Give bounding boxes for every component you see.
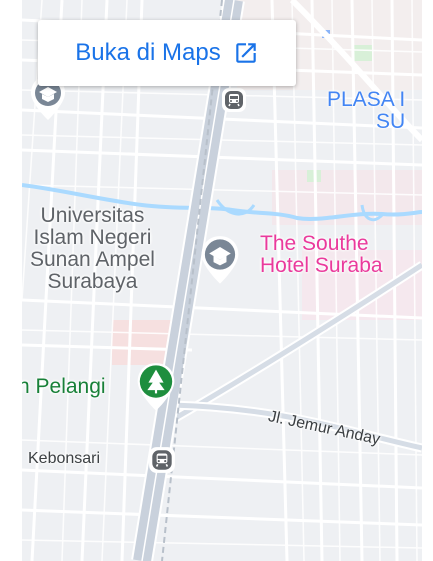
university-label-line-3: Sunan Ampel <box>30 248 155 272</box>
university-label-line-4: Surabaya <box>47 270 138 294</box>
university-label-line-2: Islam Negeri <box>33 226 152 250</box>
station-label[interactable]: Kebonsari <box>28 450 100 468</box>
mall-label[interactable]: PLASA I SU <box>327 88 406 134</box>
open-in-maps-button[interactable]: Buka di Maps <box>38 20 296 86</box>
hotel-label-line-1: The Southe <box>260 232 369 255</box>
mall-label-line-1: PLASA I <box>327 88 406 111</box>
train-station-icon[interactable] <box>221 87 247 113</box>
external-link-icon <box>235 43 256 63</box>
park-label[interactable]: n Pelangi <box>22 375 106 398</box>
open-in-maps-label: Buka di Maps <box>75 39 221 66</box>
university-pin-icon[interactable] <box>198 234 242 288</box>
university-label[interactable]: Universitas Islam Negeri Sunan Ampel Sur… <box>30 204 155 294</box>
hotel-label[interactable]: The Southe Hotel Suraba <box>260 232 383 278</box>
mall-label-line-2: SU <box>376 110 406 134</box>
university-label-line-1: Universitas <box>40 204 145 227</box>
park-pin-icon[interactable] <box>134 361 178 415</box>
hotel-label-line-2: Hotel Suraba <box>260 254 383 278</box>
train-station-icon[interactable] <box>148 446 176 474</box>
right-margin <box>422 0 433 561</box>
